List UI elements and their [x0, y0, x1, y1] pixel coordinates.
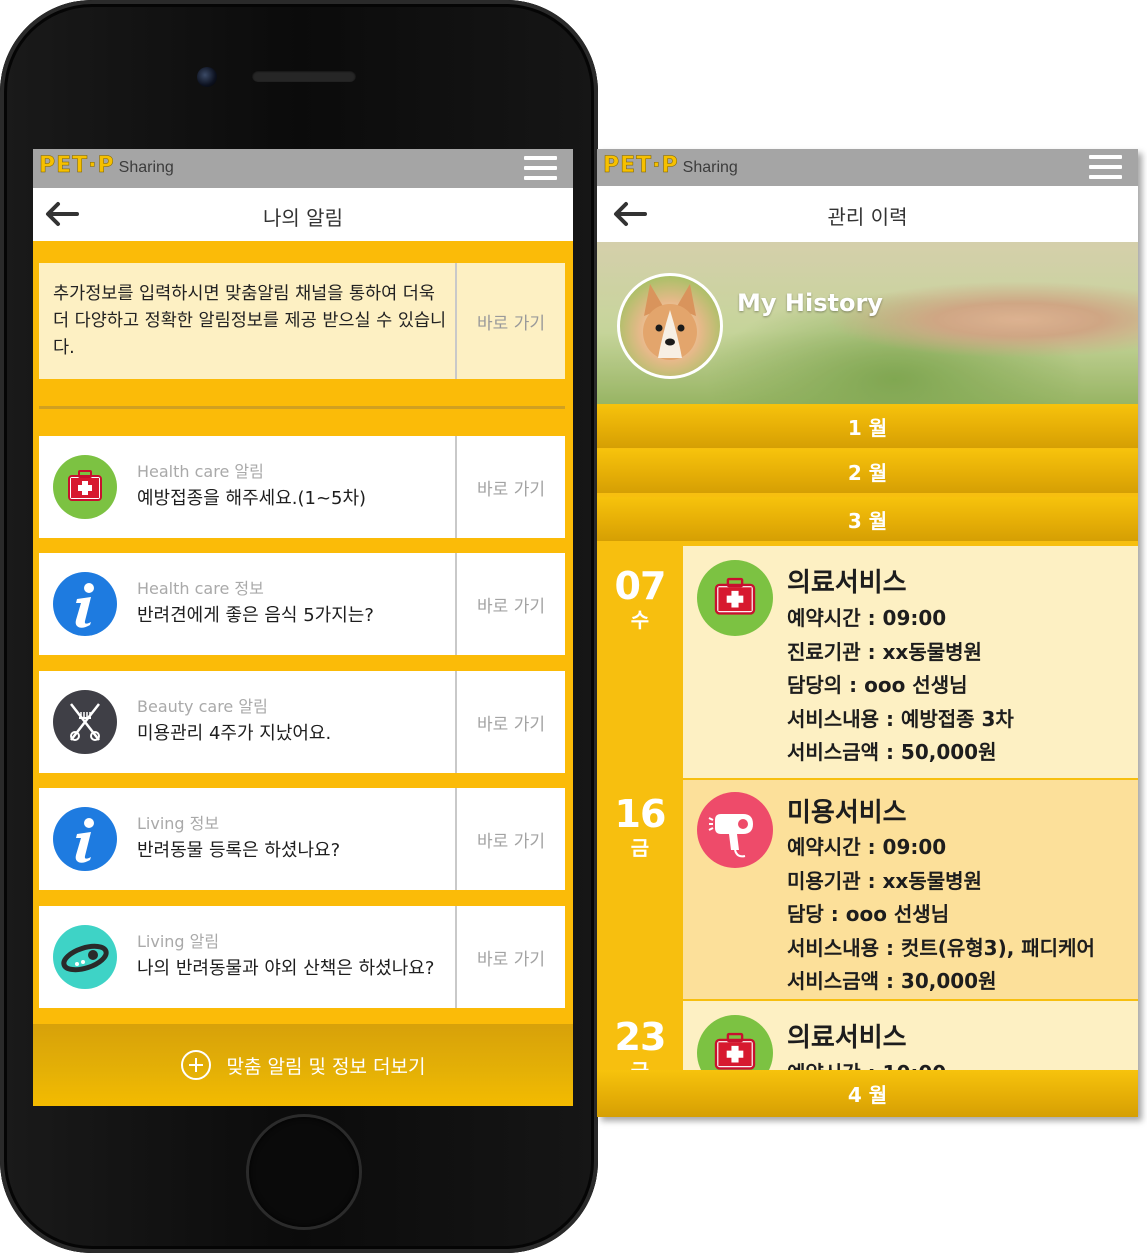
- collar-icon: [53, 925, 117, 989]
- card-go-button[interactable]: 바로 가기: [455, 671, 565, 773]
- notification-card[interactable]: Health care 알림 예방접종을 해주세요.(1~5차) 바로 가기: [39, 436, 565, 538]
- app-header: PET·P Sharing: [33, 149, 573, 188]
- entry-weekday: 금: [630, 1059, 650, 1071]
- entry-weekday: 수: [630, 608, 650, 632]
- menu-icon[interactable]: [524, 156, 557, 180]
- card-message: 예방접종을 해주세요.(1~5차): [137, 488, 367, 509]
- earpiece-speaker: [252, 70, 356, 82]
- pet-avatar[interactable]: [617, 273, 723, 379]
- intro-banner: 추가정보를 입력하시면 맞춤알림 채널을 통하여 더욱더 다양하고 정확한 알림…: [39, 263, 565, 379]
- logo-text: PET·P: [603, 153, 679, 179]
- first-aid-kit-icon: [697, 1015, 773, 1071]
- title-bar: 나의 알림: [33, 188, 573, 241]
- front-camera: [197, 67, 217, 87]
- history-hero: My History: [597, 242, 1138, 404]
- entry-panel: 의료서비스 예약시간 : 10:00: [683, 1001, 1138, 1071]
- hero-title: My History: [737, 289, 883, 317]
- notification-card[interactable]: Beauty care 알림 미용관리 4주가 지났어요. 바로 가기: [39, 671, 565, 773]
- logo-subtitle: Sharing: [118, 159, 174, 176]
- card-message: 나의 반려동물과 야외 산책은 하셨나요?: [137, 958, 435, 979]
- entry-details: 예약시간 : 09:00 진료기관 : xx동물병원 담당의 : ooo 선생님…: [787, 602, 1014, 770]
- hair-dryer-icon: [697, 792, 773, 868]
- more-label: 맞춤 알림 및 정보 더보기: [226, 1055, 426, 1078]
- entry-details: 예약시간 : 10:00: [787, 1057, 946, 1071]
- card-go-button[interactable]: 바로 가기: [455, 553, 565, 655]
- card-go-button[interactable]: 바로 가기: [455, 436, 565, 538]
- notifications-screen: PET·P Sharing 나의 알림 추가정보를 입력하시면 맞춤알림 채널을…: [33, 149, 573, 1106]
- month-row[interactable]: 1 월: [597, 404, 1138, 448]
- notification-card[interactable]: Health care 정보 반려견에게 좋은 음식 5가지는? 바로 가기: [39, 553, 565, 655]
- entry-day: 16: [614, 792, 667, 836]
- card-category: Health care 정보: [137, 579, 264, 598]
- entry-line: 서비스내용 : 컷트(유형3), 패디케어: [787, 935, 1095, 960]
- app-logo: PET·P Sharing: [39, 153, 174, 179]
- entry-service: 의료서비스: [787, 1023, 907, 1053]
- month-row[interactable]: 3 월: [597, 497, 1138, 541]
- month-row[interactable]: 4 월: [597, 1070, 1138, 1117]
- entry-line: 진료기관 : xx동물병원: [787, 639, 982, 664]
- menu-icon[interactable]: [1089, 155, 1122, 179]
- history-entry[interactable]: 07 수 의료서비스 예약시간 : 09:00 진료기관 : xx동물병원 담당…: [597, 546, 1138, 778]
- plus-circle-icon: [180, 1050, 211, 1080]
- title-bar: 관리 이력: [597, 186, 1138, 242]
- card-message: 반려동물 등록은 하셨나요?: [137, 840, 341, 861]
- card-go-button[interactable]: 바로 가기: [455, 906, 565, 1008]
- entry-line: 예약시간 : 09:00: [787, 606, 947, 630]
- logo-subtitle: Sharing: [682, 159, 738, 176]
- entry-date: 23 금: [597, 1015, 683, 1071]
- entry-line: 예약시간 : 09:00: [787, 835, 947, 859]
- info-icon: [53, 807, 117, 871]
- history-entry[interactable]: 23 금 의료서비스 예약시간 : 10:00: [597, 1001, 1138, 1071]
- entry-service: 미용서비스: [787, 798, 907, 828]
- phone-frame: PET·P Sharing 나의 알림 추가정보를 입력하시면 맞춤알림 채널을…: [0, 0, 598, 1253]
- page-title: 관리 이력: [827, 205, 908, 229]
- card-category: Health care 알림: [137, 462, 264, 481]
- intro-text: 추가정보를 입력하시면 맞춤알림 채널을 통하여 더욱더 다양하고 정확한 알림…: [53, 284, 447, 358]
- entry-line: 서비스내용 : 예방접종 3차: [787, 706, 1014, 731]
- entry-panel: 의료서비스 예약시간 : 09:00 진료기관 : xx동물병원 담당의 : o…: [683, 546, 1138, 778]
- notification-card[interactable]: Living 정보 반려동물 등록은 하셨나요? 바로 가기: [39, 788, 565, 890]
- card-message: 반려견에게 좋은 음식 5가지는?: [137, 605, 374, 626]
- entry-service: 의료서비스: [787, 568, 907, 598]
- first-aid-kit-icon: [697, 560, 773, 636]
- card-message: 미용관리 4주가 지났어요.: [137, 723, 332, 744]
- page-title: 나의 알림: [263, 206, 343, 230]
- divider: [39, 406, 565, 409]
- home-button[interactable]: [249, 1117, 359, 1227]
- scissors-comb-icon: [53, 690, 117, 754]
- intro-go-button[interactable]: 바로 가기: [455, 263, 565, 379]
- app-logo: PET·P Sharing: [603, 153, 738, 179]
- month-row[interactable]: 2 월: [597, 449, 1138, 493]
- entry-day: 23: [614, 1015, 667, 1059]
- entry-line: 담당의 : ooo 선생님: [787, 673, 968, 697]
- entry-line: 미용기관 : xx동물병원: [787, 868, 982, 893]
- app-header: PET·P Sharing: [597, 149, 1138, 186]
- card-category: Living 알림: [137, 932, 220, 951]
- history-entry[interactable]: 16 금 미용서비스 예약시간 : 09:00 미용기관 : xx동물병원 담당…: [597, 780, 1138, 999]
- history-screen: PET·P Sharing 관리 이력 My History 1 월 2 월 3…: [597, 149, 1138, 1117]
- card-category: Living 정보: [137, 814, 220, 833]
- entry-date: 16 금: [597, 792, 683, 861]
- entry-line: 서비스금액 : 50,000원: [787, 740, 997, 764]
- entry-date: 07 수: [597, 564, 683, 633]
- first-aid-kit-icon: [53, 455, 117, 519]
- card-category: Beauty care 알림: [137, 697, 268, 716]
- more-button[interactable]: 맞춤 알림 및 정보 더보기: [33, 1024, 573, 1106]
- info-icon: [53, 572, 117, 636]
- entry-day: 07: [614, 564, 667, 608]
- card-go-button[interactable]: 바로 가기: [455, 788, 565, 890]
- notification-card[interactable]: Living 알림 나의 반려동물과 야외 산책은 하셨나요? 바로 가기: [39, 906, 565, 1008]
- entry-line: 서비스금액 : 30,000원: [787, 969, 997, 993]
- entry-weekday: 금: [630, 836, 650, 860]
- entry-details: 예약시간 : 09:00 미용기관 : xx동물병원 담당 : ooo 선생님 …: [787, 831, 1095, 999]
- entry-line: 예약시간 : 10:00: [787, 1057, 946, 1071]
- entry-line: 담당 : ooo 선생님: [787, 902, 950, 926]
- entry-panel: 미용서비스 예약시간 : 09:00 미용기관 : xx동물병원 담당 : oo…: [683, 780, 1138, 999]
- logo-text: PET·P: [39, 153, 115, 179]
